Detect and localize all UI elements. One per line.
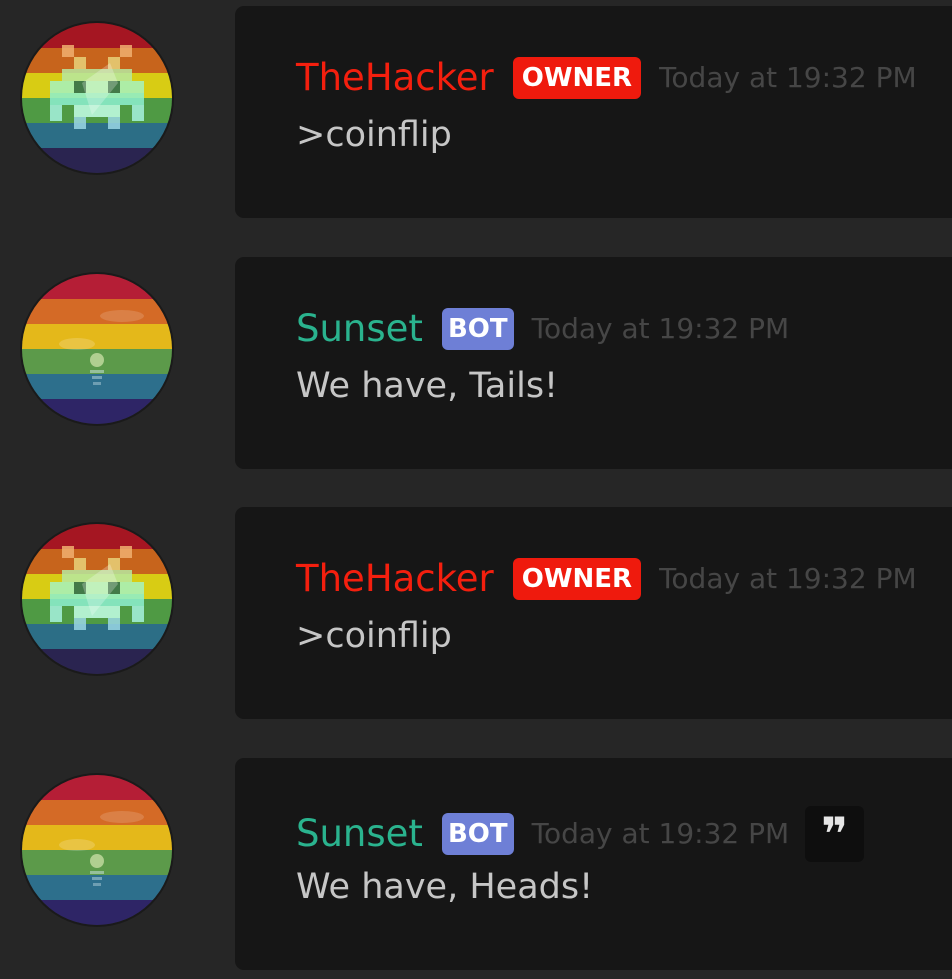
avatar[interactable]: [22, 775, 172, 925]
avatar[interactable]: [22, 524, 172, 674]
bot-badge: BOT: [441, 813, 514, 855]
message: Sunset BOT Today at 19:32 PM We have, Ta…: [0, 257, 952, 469]
message-content: >coinflip: [296, 115, 452, 155]
message-header: Sunset BOT Today at 19:32 PM ❞: [296, 806, 865, 862]
message-header: Sunset BOT Today at 19:32 PM: [296, 305, 789, 353]
author-name[interactable]: TheHacker: [296, 54, 494, 102]
message-bubble: TheHacker OWNER Today at 19:32 PM >coinf…: [235, 6, 952, 218]
message: TheHacker OWNER Today at 19:32 PM >coinf…: [0, 507, 952, 719]
author-name[interactable]: TheHacker: [296, 555, 494, 603]
owner-badge: OWNER: [512, 57, 642, 99]
owner-badge: OWNER: [512, 558, 642, 600]
message-bubble: Sunset BOT Today at 19:32 PM ❞ We have, …: [235, 758, 952, 970]
bot-badge: BOT: [441, 308, 514, 350]
message: TheHacker OWNER Today at 19:32 PM >coinf…: [0, 6, 952, 218]
message-header: TheHacker OWNER Today at 19:32 PM: [296, 555, 917, 603]
timestamp: Today at 19:32 PM: [659, 562, 917, 595]
message: Sunset BOT Today at 19:32 PM ❞ We have, …: [0, 758, 952, 970]
message-content: >coinflip: [296, 616, 452, 656]
avatar[interactable]: [22, 274, 172, 424]
timestamp: Today at 19:32 PM: [659, 61, 917, 94]
author-name[interactable]: Sunset: [296, 810, 423, 858]
message-bubble: Sunset BOT Today at 19:32 PM We have, Ta…: [235, 257, 952, 469]
avatar[interactable]: [22, 23, 172, 173]
timestamp: Today at 19:32 PM: [531, 312, 790, 345]
chat-log: TheHacker OWNER Today at 19:32 PM >coinf…: [0, 0, 952, 979]
message-content: We have, Tails!: [296, 366, 559, 406]
message-bubble: TheHacker OWNER Today at 19:32 PM >coinf…: [235, 507, 952, 719]
message-header: TheHacker OWNER Today at 19:32 PM: [296, 54, 917, 102]
quote-icon[interactable]: ❞: [805, 806, 865, 862]
author-name[interactable]: Sunset: [296, 305, 423, 353]
message-content: We have, Heads!: [296, 867, 594, 907]
timestamp: Today at 19:32 PM: [531, 817, 790, 850]
